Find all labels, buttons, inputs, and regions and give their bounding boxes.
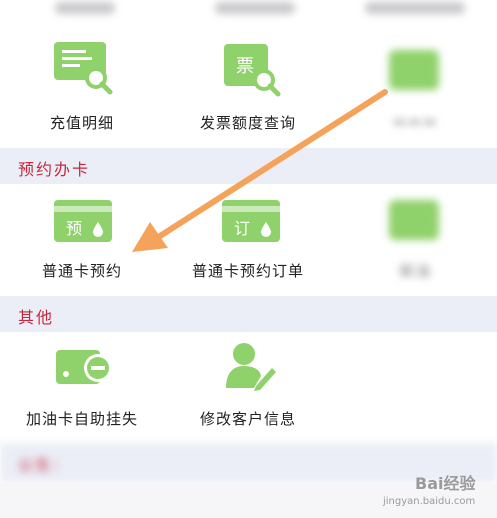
- watermark: Bai经验 jingyan.baidu.com: [381, 470, 491, 514]
- watermark-brand: Bai经验: [415, 474, 476, 493]
- tutorial-arrow: [132, 89, 388, 252]
- watermark-url: jingyan.baidu.com: [383, 496, 476, 507]
